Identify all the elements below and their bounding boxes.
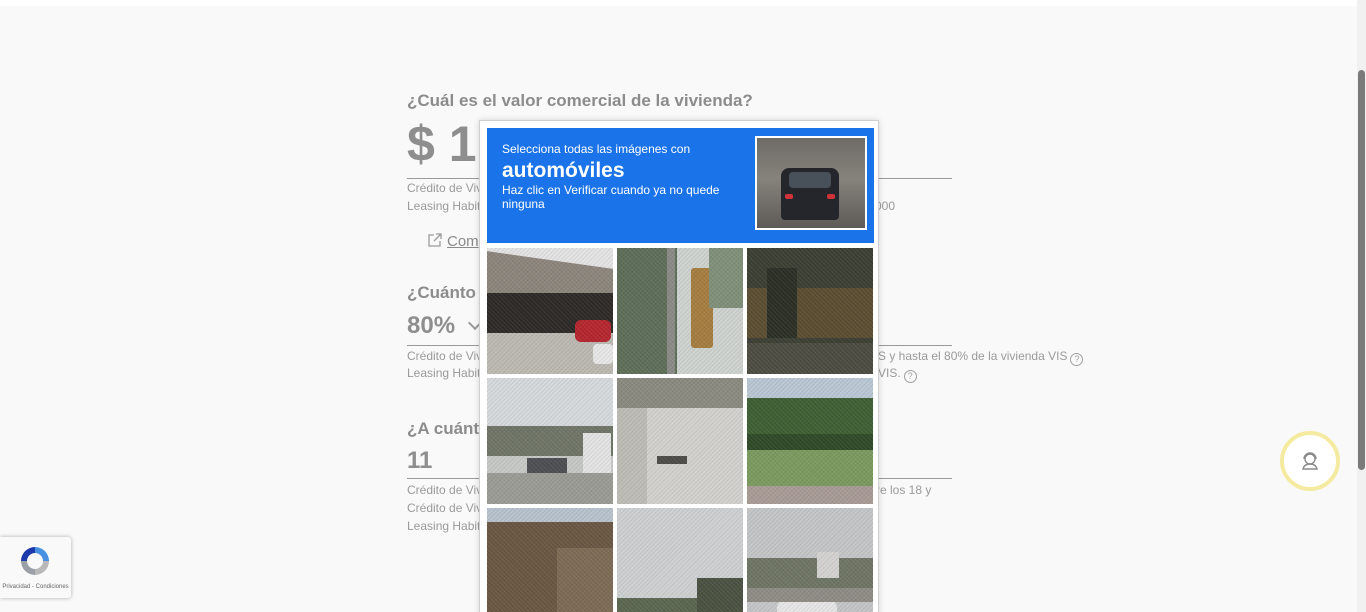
sample-tail-light (827, 194, 835, 199)
loan-percent-select[interactable]: 80% (407, 312, 455, 340)
loan-term-note-credit-2: Crédito de Viv (407, 501, 483, 515)
help-icon[interactable]: ? (1070, 353, 1084, 366)
chat-support-button[interactable] (1280, 431, 1340, 491)
challenge-tile[interactable] (747, 248, 873, 374)
challenge-tile[interactable] (617, 378, 743, 504)
challenge-tile[interactable] (487, 378, 613, 504)
challenge-tile[interactable] (617, 508, 743, 612)
challenge-header: Selecciona todas las imágenes con automó… (487, 128, 874, 243)
loan-percent-note-credit-end-text: S y hasta el 80% de la vivienda VIS (878, 349, 1068, 363)
loan-term-note-credit-end: re los 18 y (876, 483, 932, 497)
home-value-note-leasing: Leasing Habit (407, 199, 481, 213)
home-value-note-credit: Crédito de Vivi (407, 181, 485, 195)
sample-car-window (789, 172, 831, 188)
challenge-tile[interactable] (487, 248, 613, 374)
recaptcha-challenge: Selecciona todas las imágenes con automó… (479, 120, 879, 612)
challenge-target: automóviles (502, 159, 625, 182)
challenge-tile[interactable] (487, 508, 613, 612)
loan-percent-note-leasing: Leasing Habit (407, 366, 481, 380)
loan-percent-note-leasing-end: VIS.? (878, 366, 917, 383)
challenge-tile[interactable] (747, 378, 873, 504)
loan-percent-note-credit-end: S y hasta el 80% de la vivienda VIS? (878, 349, 1084, 366)
home-value-input[interactable]: $ 1 (407, 115, 477, 173)
challenge-tile[interactable] (747, 508, 873, 612)
compare-link[interactable]: Com (427, 232, 479, 250)
question-home-value: ¿Cuál es el valor comercial de la vivien… (407, 91, 753, 110)
challenge-tile[interactable] (617, 248, 743, 374)
page-top-strip (0, 0, 1366, 6)
page-scrollbar[interactable] (1357, 0, 1366, 612)
loan-percent-note-credit: Crédito de Viv (407, 349, 483, 363)
loan-term-note-leasing: Leasing Habit (407, 519, 481, 533)
scrollbar-thumb[interactable] (1358, 70, 1365, 470)
sample-tail-light (785, 194, 793, 199)
challenge-hint: Haz clic en Verificar cuando ya no quede… (502, 183, 720, 211)
question-loan-term: ¿A cuánto (407, 419, 490, 438)
compare-link-label: Com (447, 233, 479, 250)
recaptcha-logo-icon (21, 547, 49, 575)
loan-term-input[interactable]: 11 (407, 447, 432, 475)
loan-percent-note-leasing-end-text: VIS. (878, 366, 901, 380)
recaptcha-privacy-terms[interactable]: Privacidad - Condiciones (0, 584, 71, 590)
loan-term-note-credit: Crédito de Viv (407, 483, 483, 497)
support-agent-icon (1302, 452, 1318, 470)
challenge-sample-image (755, 136, 867, 230)
recaptcha-badge[interactable]: Privacidad - Condiciones (0, 537, 71, 598)
external-link-icon (428, 233, 442, 247)
help-icon[interactable]: ? (903, 370, 917, 383)
challenge-instruction: Selecciona todas las imágenes con (502, 142, 691, 156)
